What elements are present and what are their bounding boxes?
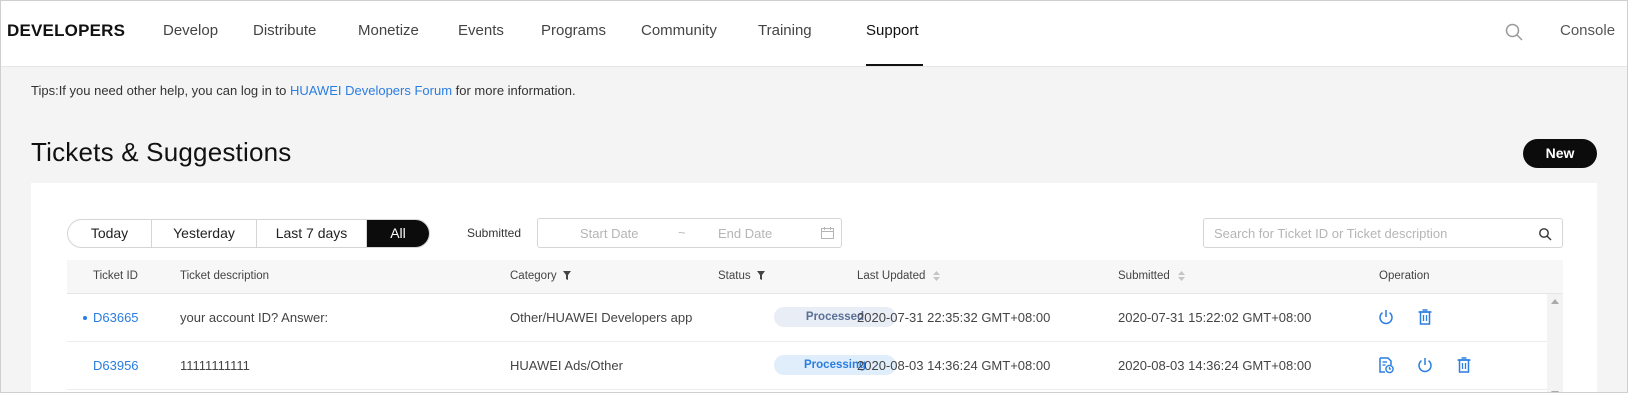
sort-icon[interactable] [1177, 270, 1185, 281]
table-row[interactable]: D63665 your account ID? Answer: Other/HU… [67, 294, 1547, 342]
console-link[interactable]: Console [1560, 22, 1615, 39]
header-last-updated-label: Last Updated [857, 270, 926, 282]
calendar-icon[interactable] [821, 227, 834, 239]
ticket-last-updated: 2020-08-03 14:36:24 GMT+08:00 [857, 358, 1051, 373]
table-header: Ticket ID Ticket description Category St… [67, 260, 1563, 294]
ticket-last-updated: 2020-07-31 22:35:32 GMT+08:00 [857, 310, 1051, 325]
header-status: Status [718, 270, 765, 282]
nav-item-community[interactable]: Community [641, 22, 717, 39]
tips-text: Tips:If you need other help, you can log… [31, 83, 576, 98]
date-separator: ~ [678, 225, 686, 240]
range-yesterday[interactable]: Yesterday [152, 220, 257, 247]
search-icon[interactable] [1504, 22, 1524, 42]
trash-icon[interactable] [1455, 356, 1473, 374]
header-status-label: Status [718, 270, 751, 282]
ticket-search-input[interactable]: Search for Ticket ID or Ticket descripti… [1203, 218, 1563, 248]
nav-active-indicator [866, 64, 923, 66]
start-date-placeholder[interactable]: Start Date [580, 226, 639, 241]
ticket-id-link[interactable]: D63665 [93, 310, 139, 325]
ticket-category: HUAWEI Ads/Other [510, 358, 623, 373]
header-category-label: Category [510, 270, 557, 282]
header-submitted-label: Submitted [1118, 270, 1170, 282]
ticket-submitted: 2020-08-03 14:36:24 GMT+08:00 [1118, 358, 1312, 373]
table-scrollbar[interactable] [1547, 294, 1563, 392]
power-icon[interactable] [1377, 308, 1395, 326]
range-all[interactable]: All [367, 220, 429, 247]
table-row[interactable]: D63956 11111111111 HUAWEI Ads/Other Proc… [67, 342, 1547, 390]
nav-item-develop[interactable]: Develop [163, 22, 218, 39]
tickets-card: Today Yesterday Last 7 days All Submitte… [31, 183, 1597, 392]
app-frame: DEVELOPERS Develop Distribute Monetize E… [0, 0, 1628, 393]
range-today[interactable]: Today [68, 220, 152, 247]
nav-item-events[interactable]: Events [458, 22, 504, 39]
nav-item-monetize[interactable]: Monetize [358, 22, 419, 39]
ticket-description: 11111111111 [180, 358, 250, 373]
header-category: Category [510, 270, 571, 282]
trash-icon[interactable] [1416, 308, 1434, 326]
ticket-id-link[interactable]: D63956 [93, 358, 139, 373]
date-range-picker[interactable]: Start Date ~ End Date [537, 218, 842, 248]
unread-indicator [83, 316, 87, 320]
range-last-7-days[interactable]: Last 7 days [257, 220, 367, 247]
ticket-category: Other/HUAWEI Developers app [510, 310, 693, 325]
ticket-search-placeholder[interactable]: Search for Ticket ID or Ticket descripti… [1214, 226, 1447, 241]
ticket-submitted: 2020-07-31 15:22:02 GMT+08:00 [1118, 310, 1312, 325]
header-operation: Operation [1379, 270, 1430, 282]
new-ticket-button[interactable]: New [1523, 139, 1597, 168]
power-icon[interactable] [1416, 356, 1434, 374]
page-title: Tickets & Suggestions [31, 137, 292, 167]
developers-forum-link[interactable]: HUAWEI Developers Forum [290, 83, 452, 98]
tips-prefix: Tips:If you need other help, you can log… [31, 83, 290, 98]
end-date-placeholder[interactable]: End Date [718, 226, 772, 241]
document-clock-icon[interactable] [1377, 356, 1395, 374]
nav-item-programs[interactable]: Programs [541, 22, 606, 39]
nav-item-training[interactable]: Training [758, 22, 812, 39]
nav-item-support[interactable]: Support [866, 22, 919, 39]
header-last-updated: Last Updated [857, 270, 941, 282]
brand-logo[interactable]: DEVELOPERS [7, 21, 125, 41]
header-submitted: Submitted [1118, 270, 1185, 282]
submitted-filter-label: Submitted [467, 226, 522, 240]
header-ticket-description: Ticket description [180, 270, 270, 282]
tips-suffix: for more information. [452, 83, 576, 98]
top-navigation: DEVELOPERS Develop Distribute Monetize E… [1, 1, 1627, 67]
nav-item-distribute[interactable]: Distribute [253, 22, 316, 39]
date-range-segmented-control: Today Yesterday Last 7 days All [67, 219, 430, 248]
scroll-up-icon[interactable] [1551, 299, 1559, 304]
filter-icon[interactable] [756, 271, 765, 281]
search-icon[interactable] [1538, 227, 1552, 241]
filter-icon[interactable] [562, 271, 571, 281]
sort-icon[interactable] [933, 270, 941, 281]
ticket-description: your account ID? Answer: [180, 310, 329, 325]
header-ticket-id: Ticket ID [93, 270, 138, 282]
